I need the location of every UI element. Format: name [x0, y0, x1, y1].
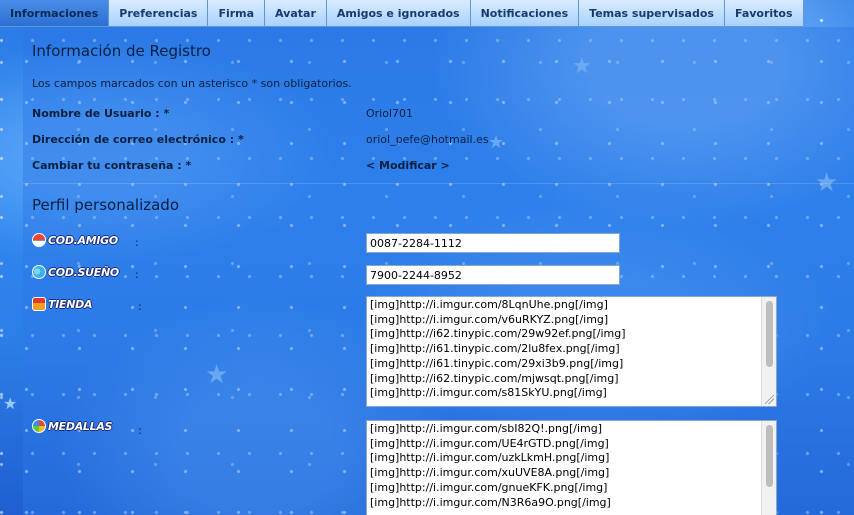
textarea-line: [img]http://i62.tinypic.com/29w92ef.png[… [370, 327, 626, 341]
required-fields-note: Los campos marcados con un asterisco * s… [32, 77, 352, 90]
tab-favoritos[interactable]: Favoritos [724, 0, 804, 27]
medals-badge: MEDALLAS [32, 418, 112, 434]
resize-grip-icon[interactable] [765, 395, 774, 404]
tab-temas-supervisados[interactable]: Temas supervisados [579, 0, 725, 27]
textarea-line: [img]http://i.imgur.com/gnueKFK.png[/img… [370, 480, 608, 494]
tab-notificaciones[interactable]: Notificaciones [470, 0, 580, 27]
friend-code-input[interactable] [366, 233, 620, 253]
section-divider [23, 183, 854, 184]
textarea-line: [img]http://i.imgur.com/8LqnUhe.png[/img… [370, 298, 608, 311]
email-value: oriol_pefe@hotmail.es [366, 133, 489, 146]
field-colon: : [138, 424, 142, 437]
username-label: Nombre de Usuario : * [32, 107, 170, 120]
textarea-line: [img]http://i.imgur.com/sbI82Q!.png[/img… [370, 422, 603, 435]
custom-profile-section-title: Perfil personalizado [32, 196, 179, 214]
profile-tab-bar: Informaciones Preferencias Firma Avatar … [0, 0, 804, 27]
star-decoration: ★ [3, 394, 18, 413]
textarea-line: [img]http://i61.tinypic.com/29xi3b9.png[… [370, 356, 624, 370]
textarea-line: [img]http://i.imgur.com/UE4rGTD.png[/img… [370, 436, 609, 450]
textarea-line: [img]http://i.imgur.com/xuUVE8A.png[/img… [370, 466, 610, 480]
medal-icon [32, 419, 46, 433]
shop-icon [32, 297, 46, 311]
tab-amigos-ignorados[interactable]: Amigos e ignorados [326, 0, 471, 27]
password-label: Cambiar tu contraseña : * [32, 159, 192, 172]
scrollbar-thumb[interactable] [766, 301, 773, 367]
registration-section-title: Información de Registro [32, 42, 211, 60]
field-colon: : [135, 268, 139, 281]
field-colon: : [135, 236, 139, 249]
dream-code-input[interactable] [366, 265, 620, 285]
tab-avatar[interactable]: Avatar [265, 0, 327, 27]
scrollbar-thumb[interactable] [766, 425, 773, 487]
textarea-line: [img]http://i.imgur.com/N3R6a9O.png[/img… [370, 495, 611, 509]
pokeball-icon [32, 233, 46, 247]
medals-textarea[interactable]: [img]http://i.imgur.com/sbI82Q!.png[/img… [366, 420, 777, 515]
username-value: Oriol701 [366, 107, 414, 120]
textarea-scrollbar[interactable] [761, 297, 776, 406]
dream-code-badge: COD.SUEÑO [32, 264, 119, 280]
tab-firma[interactable]: Firma [208, 0, 266, 27]
butterfly-icon [32, 265, 46, 279]
shop-textarea[interactable]: [img]http://i.imgur.com/8LqnUhe.png[/img… [366, 296, 777, 407]
textarea-line: [img]http://i62.tinypic.com/mjwsqt.png[/… [370, 371, 619, 385]
email-label: Dirección de correo electrónico : * [32, 133, 244, 146]
textarea-line: [img]http://i.imgur.com/s81SkYU.png[/img… [370, 386, 607, 400]
textarea-line: [img]http://i.imgur.com/uzkLkmH.png[/img… [370, 451, 610, 465]
textarea-line: [img]http://i.imgur.com/v6uRKYZ.png[/img… [370, 312, 609, 326]
shop-badge: TIENDA [32, 296, 92, 312]
friend-code-badge: COD.AMIGO [32, 232, 118, 248]
tab-informaciones[interactable]: Informaciones [0, 0, 110, 27]
textarea-scrollbar[interactable] [761, 421, 776, 515]
tab-preferencias[interactable]: Preferencias [109, 0, 209, 27]
field-colon: : [138, 300, 142, 313]
modify-password-link[interactable]: < Modificar > [366, 159, 450, 172]
textarea-line: [img]http://i61.tinypic.com/2lu8fex.png[… [370, 342, 620, 356]
